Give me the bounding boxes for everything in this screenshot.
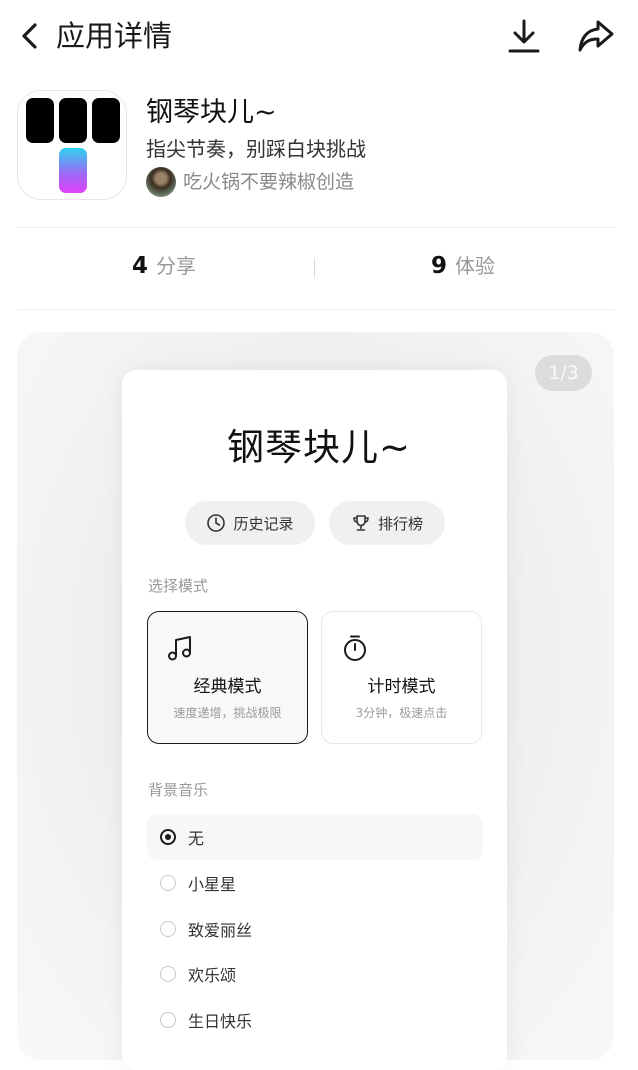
history-label: 历史记录 <box>233 514 294 533</box>
music-label: 致爱丽丝 <box>188 921 253 940</box>
music-label: 欢乐颂 <box>188 966 237 985</box>
piano-tile <box>26 98 54 143</box>
music-option[interactable]: 致爱丽丝 <box>147 906 483 952</box>
chevron-left-icon <box>22 23 37 49</box>
mode-title: 计时模式 <box>367 677 436 697</box>
author-avatar[interactable] <box>146 167 176 197</box>
music-option[interactable]: 无 <box>147 814 483 860</box>
share-stat[interactable]: 4 分享 <box>132 250 196 286</box>
share-arrow-icon <box>578 20 614 52</box>
divider <box>17 227 614 228</box>
play-count: 9 <box>431 253 448 279</box>
radio-unchecked-icon <box>160 1012 176 1028</box>
trophy-icon <box>353 515 369 531</box>
mode-section-label: 选择模式 <box>148 577 209 595</box>
stat-divider <box>314 258 315 278</box>
download-button[interactable] <box>502 14 546 58</box>
app-tagline: 指尖节奏，别踩白块挑战 <box>146 137 366 161</box>
share-count: 4 <box>132 253 149 279</box>
back-button[interactable] <box>14 18 46 54</box>
music-section-label: 背景音乐 <box>148 781 209 799</box>
music-option[interactable]: 欢乐颂 <box>147 951 483 997</box>
mode-desc: 速度递增，挑战极限 <box>173 706 282 720</box>
radio-unchecked-icon <box>160 875 176 891</box>
radio-unchecked-icon <box>160 921 176 937</box>
music-label: 无 <box>188 829 205 848</box>
app-icon <box>17 90 127 200</box>
game-title: 钢琴块儿~ <box>226 426 411 469</box>
mode-card-timed[interactable]: 计时模式 3分钟，极速点击 <box>321 611 482 744</box>
music-note-icon <box>168 636 191 661</box>
piano-tile <box>59 98 87 143</box>
stopwatch-icon <box>344 635 366 661</box>
mode-title: 经典模式 <box>193 677 262 697</box>
share-label: 分享 <box>156 254 197 278</box>
radio-unchecked-icon <box>160 966 176 982</box>
page-indicator: 1/3 <box>535 355 592 391</box>
music-option[interactable]: 生日快乐 <box>147 997 483 1043</box>
piano-tile <box>92 98 120 143</box>
clock-icon <box>207 514 226 532</box>
author-name[interactable]: 吃火锅不要辣椒创造 <box>183 168 354 196</box>
play-stat[interactable]: 9 体验 <box>431 250 495 286</box>
page-title: 应用详情 <box>56 19 173 53</box>
mode-card-classic[interactable]: 经典模式 速度递增，挑战极限 <box>147 611 308 744</box>
radio-checked-icon <box>160 829 176 845</box>
history-button[interactable]: 历史记录 <box>185 501 315 545</box>
download-icon <box>508 19 540 53</box>
app-name: 钢琴块儿~ <box>146 97 277 128</box>
leaderboard-label: 排行榜 <box>377 514 423 533</box>
divider <box>17 309 614 310</box>
piano-tile-highlighted <box>59 148 87 193</box>
mode-desc: 3分钟，极速点击 <box>355 706 448 720</box>
music-label: 小星星 <box>188 875 237 894</box>
leaderboard-button[interactable]: 排行榜 <box>329 501 445 545</box>
share-button[interactable] <box>572 12 620 60</box>
music-option[interactable]: 小星星 <box>147 860 483 906</box>
play-label: 体验 <box>455 254 496 278</box>
music-label: 生日快乐 <box>188 1012 253 1031</box>
